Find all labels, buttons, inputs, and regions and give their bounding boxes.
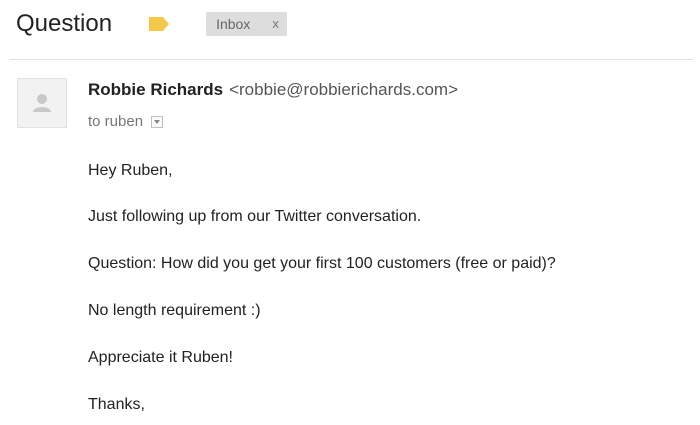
message-line: Appreciate it Ruben! — [88, 349, 233, 366]
email-subject: Question — [16, 10, 113, 37]
subject-header: Question Inbox x — [16, 4, 287, 44]
person-icon — [33, 94, 51, 112]
message-line: Thanks, — [88, 396, 145, 413]
message-line: No length requirement :) — [88, 302, 261, 319]
label-tag-icon[interactable] — [148, 16, 170, 32]
message-line: Hey Ruben, — [88, 162, 173, 179]
sender-name[interactable]: Robbie Richards — [88, 80, 223, 99]
message-line: Just following up from our Twitter conve… — [88, 208, 422, 225]
sender-email: <robbie@robbierichards.com> — [229, 80, 459, 99]
show-details-button[interactable] — [151, 115, 164, 128]
remove-label-button[interactable]: x — [272, 12, 279, 36]
message-line: Question: How did you get your first 100… — [88, 255, 556, 272]
chevron-down-icon — [154, 119, 161, 124]
header-divider — [10, 59, 693, 60]
recipient-text: to ruben — [88, 113, 144, 130]
recipient-line: to ruben — [88, 113, 164, 130]
avatar[interactable] — [17, 78, 67, 128]
sender-line: Robbie Richards <robbie@robbierichards.co… — [88, 80, 458, 100]
inbox-label-chip[interactable]: Inbox x — [206, 12, 287, 36]
inbox-label: Inbox — [216, 16, 251, 32]
